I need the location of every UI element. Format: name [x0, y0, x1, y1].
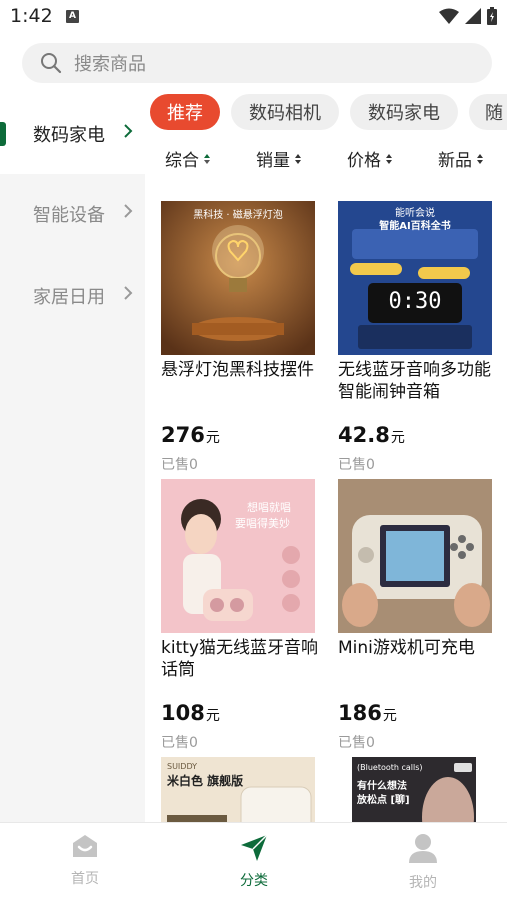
product-sold: 已售0 [338, 735, 375, 751]
sort-bar: 综合 销量 价格 新品 [150, 146, 507, 172]
search-icon [41, 53, 62, 74]
sort-arrows-icon [204, 153, 210, 164]
product-price: 42.8元 [338, 423, 405, 447]
category-sidebar: 数码家电 智能设备 家居日用 [0, 94, 145, 822]
status-icons [439, 7, 497, 25]
product-image[interactable]: (Bluetooth calls) 有什么想法 放松点 [聊] [352, 757, 476, 822]
product-price: 276元 [161, 423, 220, 447]
chevron-right-icon [124, 286, 133, 300]
clock-display: 0:30 [388, 289, 442, 314]
nav-label: 我的 [409, 875, 437, 891]
product-sold: 已售0 [161, 735, 198, 751]
subcategory-tabs: 推荐 数码相机 数码家电 随 [150, 94, 507, 132]
home-icon [73, 835, 97, 857]
sort-label: 新品 [438, 151, 472, 171]
sort-sales[interactable]: 销量 [256, 146, 301, 171]
tab-recommended[interactable]: 推荐 [150, 94, 220, 130]
sort-label: 价格 [347, 151, 381, 171]
active-indicator [0, 122, 6, 146]
price-value: 42.8 [338, 423, 390, 447]
product-image[interactable]: SUIDDY 米白色 旗舰版 [161, 757, 315, 822]
product-image-caption: 有什么想法 [357, 781, 407, 792]
search-input[interactable]: 搜索商品 [74, 50, 146, 76]
price-unit: 元 [390, 430, 405, 446]
sidebar-item-label: 智能设备 [33, 205, 105, 226]
price-unit: 元 [205, 430, 220, 446]
sidebar-item-label: 数码家电 [33, 125, 105, 146]
product-image[interactable]: 能听会说 智能AI百科全书 0:30 [338, 201, 492, 355]
chevron-right-icon [124, 124, 133, 138]
product-image-caption: 米白色 旗舰版 [167, 774, 244, 788]
sidebar-item-digital-appliances[interactable]: 数码家电 [0, 94, 145, 174]
product-name: 无线蓝牙音响多功能智能闹钟音箱 [338, 360, 491, 402]
product-image-caption: 要唱得美妙 [235, 517, 290, 530]
chevron-right-icon [124, 204, 133, 218]
battery-icon [487, 7, 497, 25]
product-name: Mini游戏机可充电 [338, 638, 475, 658]
tab-more[interactable]: 随 [469, 94, 507, 130]
search-bar[interactable]: 搜索商品 [22, 43, 492, 83]
wifi-icon [439, 8, 459, 24]
sidebar-item-label: 家居日用 [33, 287, 105, 308]
product-name: 悬浮灯泡黑科技摆件 [161, 360, 314, 380]
sort-price[interactable]: 价格 [347, 146, 392, 171]
sort-arrows-icon [386, 153, 392, 164]
sort-new[interactable]: 新品 [438, 146, 483, 171]
tab-digital-appliances[interactable]: 数码家电 [350, 94, 458, 130]
product-image[interactable]: 黑科技 · 磁悬浮灯泡 [161, 201, 315, 355]
nav-profile[interactable]: 我的 [383, 833, 463, 892]
product-grid: 黑科技 · 磁悬浮灯泡 悬浮灯泡黑科技摆件 276元 已售0 能听会说 智能AI… [145, 186, 507, 822]
product-image-caption: 黑科技 · 磁悬浮灯泡 [193, 210, 283, 221]
status-time: 1:42 [10, 5, 53, 27]
user-icon [409, 834, 437, 863]
product-image-caption: 放松点 [聊] [357, 795, 410, 806]
nav-label: 分类 [240, 873, 268, 889]
price-unit: 元 [205, 708, 220, 724]
sort-arrows-icon [477, 153, 483, 164]
sort-label: 销量 [256, 151, 290, 171]
product-image-caption: 智能AI百科全书 [379, 221, 451, 232]
price-unit: 元 [382, 708, 397, 724]
product-image-caption: SUIDDY [167, 762, 198, 771]
nav-category[interactable]: 分类 [214, 833, 294, 890]
signal-icon [465, 8, 481, 24]
product-name: kitty猫无线蓝牙音响话筒 [161, 638, 318, 680]
price-value: 108 [161, 701, 205, 725]
product-sold: 已售0 [161, 457, 198, 473]
product-image-caption: (Bluetooth calls) [357, 763, 423, 772]
product-sold: 已售0 [338, 457, 375, 473]
nav-home[interactable]: 首页 [45, 833, 125, 888]
product-price: 108元 [161, 701, 220, 725]
sort-comprehensive[interactable]: 综合 [165, 146, 210, 171]
send-icon [241, 834, 268, 861]
sort-label: 综合 [165, 151, 199, 171]
product-image[interactable]: 想唱就唱 要唱得美妙 [161, 479, 315, 633]
product-price: 186元 [338, 701, 397, 725]
status-bar: 1:42 A [0, 0, 507, 34]
nav-label: 首页 [71, 871, 99, 887]
product-image[interactable] [338, 479, 492, 633]
sidebar-item-household[interactable]: 家居日用 [0, 256, 145, 336]
sort-arrows-icon [295, 153, 301, 164]
notification-badge-icon: A [66, 10, 79, 23]
bottom-nav: 首页 分类 我的 [0, 822, 507, 901]
tab-digital-camera[interactable]: 数码相机 [231, 94, 339, 130]
product-image-caption: 想唱就唱 [247, 501, 291, 514]
price-value: 276 [161, 423, 205, 447]
sidebar-item-smart-devices[interactable]: 智能设备 [0, 174, 145, 254]
price-value: 186 [338, 701, 382, 725]
